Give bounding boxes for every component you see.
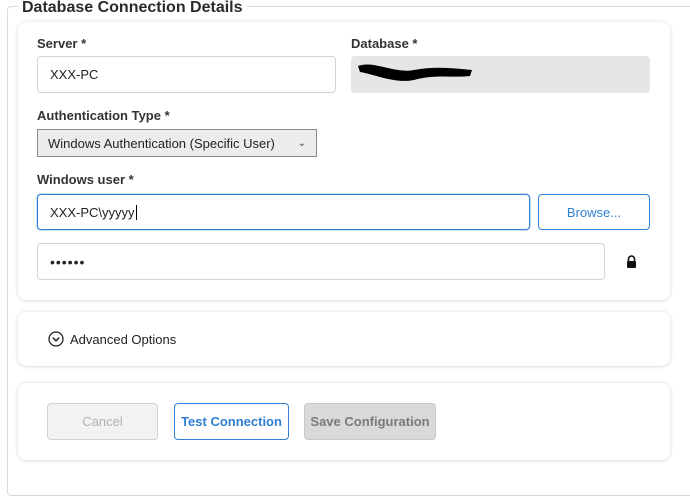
- windows-user-input[interactable]: XXX-PC\yyyyy: [37, 194, 530, 230]
- lock-icon[interactable]: [626, 255, 637, 268]
- save-configuration-button[interactable]: Save Configuration: [304, 403, 436, 440]
- advanced-options-card[interactable]: Advanced Options: [18, 312, 670, 366]
- auth-type-value: Windows Authentication (Specific User): [48, 135, 275, 151]
- server-value: XXX-PC: [50, 67, 99, 82]
- section-title: Database Connection Details: [18, 0, 247, 17]
- actions-card: Cancel Test Connection Save Configuratio…: [18, 383, 670, 460]
- windows-user-label: Windows user *: [37, 172, 134, 187]
- server-input[interactable]: XXX-PC: [37, 56, 336, 93]
- connection-card: Server * XXX-PC Database * Authenticatio…: [18, 22, 670, 300]
- database-label: Database *: [351, 36, 418, 51]
- password-input[interactable]: ••••••: [37, 243, 605, 280]
- text-cursor: [135, 204, 137, 220]
- browse-button[interactable]: Browse...: [538, 194, 650, 230]
- chevron-down-icon: ⌄: [297, 137, 306, 149]
- password-mask: ••••••: [50, 253, 86, 270]
- auth-type-select[interactable]: Windows Authentication (Specific User) ⌄: [37, 129, 317, 157]
- chevron-down-circle-icon[interactable]: [48, 331, 64, 347]
- windows-user-value: XXX-PC\yyyyy: [50, 204, 135, 220]
- auth-type-label: Authentication Type *: [37, 108, 170, 123]
- advanced-options-label[interactable]: Advanced Options: [70, 332, 176, 347]
- test-connection-button[interactable]: Test Connection: [174, 403, 289, 440]
- redaction-mark: [358, 64, 472, 81]
- cancel-button[interactable]: Cancel: [47, 403, 158, 440]
- server-label: Server *: [37, 36, 87, 51]
